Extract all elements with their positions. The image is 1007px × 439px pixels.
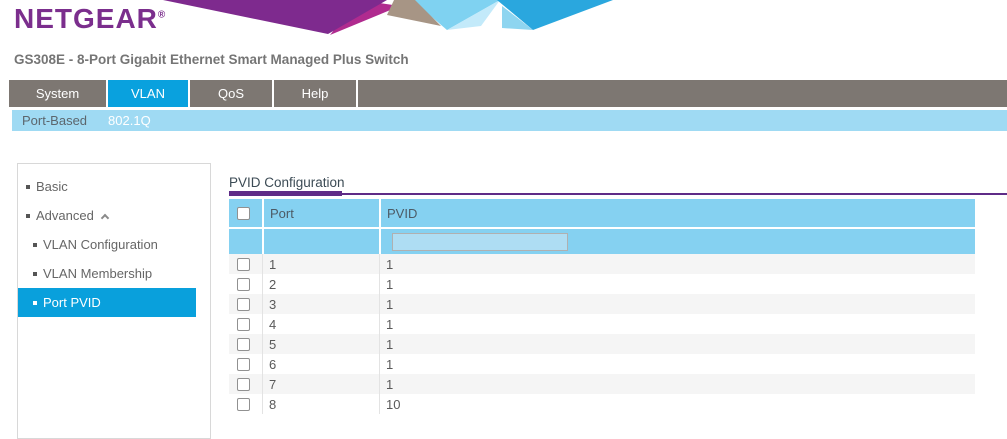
product-title: GS308E - 8-Port Gigabit Ethernet Smart M…: [14, 52, 409, 67]
subnav-port-based[interactable]: Port-Based: [22, 113, 87, 128]
tab-vlan[interactable]: VLAN: [108, 80, 190, 107]
port-cell: 6: [262, 354, 379, 374]
pvid-cell: 10: [379, 394, 975, 414]
tab-help[interactable]: Help: [274, 80, 358, 107]
bullet-icon: [33, 243, 37, 247]
table-header-row: Port PVID: [229, 199, 975, 227]
port-cell: 4: [262, 314, 379, 334]
column-header-port: Port: [262, 199, 379, 227]
sidebar-item-vlan-membership[interactable]: VLAN Membership: [18, 259, 210, 288]
pvid-filter-input[interactable]: [392, 233, 568, 251]
row-checkbox[interactable]: [237, 358, 250, 371]
sidebar-item-advanced[interactable]: Advanced: [18, 201, 210, 230]
table-row: 6 1: [229, 354, 975, 374]
sidebar-item-label: VLAN Membership: [43, 266, 152, 281]
pvid-cell: 1: [379, 314, 975, 334]
bullet-icon: [33, 301, 37, 305]
table-filter-row: [229, 229, 975, 254]
row-checkbox[interactable]: [237, 398, 250, 411]
chevron-up-icon: [101, 213, 109, 221]
table-row: 4 1: [229, 314, 975, 334]
port-cell: 8: [262, 394, 379, 414]
pvid-cell: 1: [379, 334, 975, 354]
table-row: 2 1: [229, 274, 975, 294]
table-row: 8 10: [229, 394, 975, 414]
row-checkbox[interactable]: [237, 258, 250, 271]
row-checkbox[interactable]: [237, 318, 250, 331]
sidebar-item-label: Advanced: [36, 208, 94, 223]
table-row: 1 1: [229, 254, 975, 274]
heading-rule: [229, 193, 1007, 195]
row-checkbox[interactable]: [237, 298, 250, 311]
main-nav: System VLAN QoS Help: [9, 80, 1007, 107]
vlan-subnav: Port-Based 802.1Q: [12, 110, 1007, 131]
heading-rule-accent: [229, 191, 342, 196]
tab-qos[interactable]: QoS: [190, 80, 274, 107]
subnav-802-1q[interactable]: 802.1Q: [108, 113, 151, 128]
table-row: 5 1: [229, 334, 975, 354]
netgear-logo: NETGEAR®: [14, 3, 166, 35]
port-cell: 3: [262, 294, 379, 314]
bullet-icon: [33, 272, 37, 276]
row-checkbox[interactable]: [237, 338, 250, 351]
bullet-icon: [26, 214, 30, 218]
table-row: 3 1: [229, 294, 975, 314]
sidebar-item-basic[interactable]: Basic: [18, 172, 210, 201]
port-cell: 5: [262, 334, 379, 354]
sidebar: Basic Advanced VLAN Configuration VLAN M…: [17, 163, 211, 439]
sidebar-item-label: Basic: [36, 179, 68, 194]
table-row: 7 1: [229, 374, 975, 394]
port-cell: 2: [262, 274, 379, 294]
pvid-cell: 1: [379, 374, 975, 394]
sidebar-item-label: Port PVID: [43, 295, 101, 310]
netgear-logo-text: NETGEAR: [14, 3, 158, 34]
column-header-pvid: PVID: [379, 199, 975, 227]
registered-trademark: ®: [158, 10, 166, 21]
row-checkbox[interactable]: [237, 278, 250, 291]
port-cell: 1: [262, 254, 379, 274]
select-all-checkbox[interactable]: [237, 207, 250, 220]
pvid-table: Port PVID 1 1 2 1 3 1 4 1 5 1 6 1 7 1: [229, 199, 975, 414]
tab-system[interactable]: System: [9, 80, 108, 107]
row-checkbox[interactable]: [237, 378, 250, 391]
pvid-cell: 1: [379, 274, 975, 294]
sidebar-item-port-pvid[interactable]: Port PVID: [18, 288, 196, 317]
bullet-icon: [26, 185, 30, 189]
pvid-cell: 1: [379, 294, 975, 314]
pvid-cell: 1: [379, 254, 975, 274]
port-cell: 7: [262, 374, 379, 394]
sidebar-item-label: VLAN Configuration: [43, 237, 158, 252]
pvid-cell: 1: [379, 354, 975, 374]
sidebar-item-vlan-configuration[interactable]: VLAN Configuration: [18, 230, 210, 259]
page-title: PVID Configuration: [229, 175, 345, 190]
